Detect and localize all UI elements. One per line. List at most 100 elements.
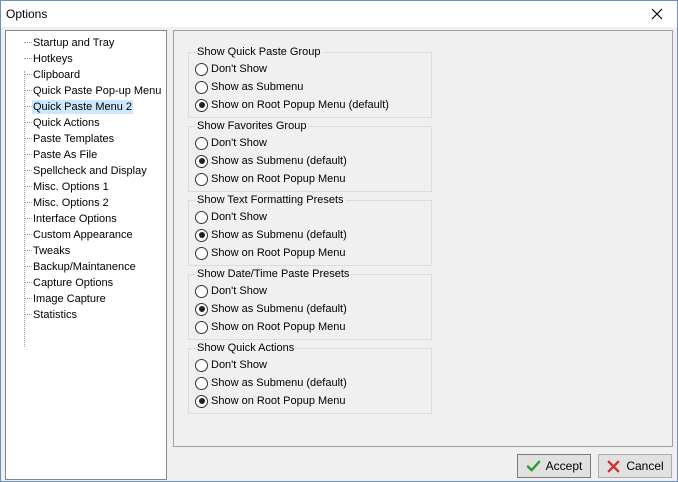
radio-option[interactable]: Show as Submenu (default) <box>195 375 347 391</box>
radio-option[interactable]: Show on Root Popup Menu <box>195 319 346 335</box>
tree-item-label: Paste Templates <box>33 133 115 145</box>
group-title: Show Date/Time Paste Presets <box>195 268 352 281</box>
radio-button[interactable] <box>195 376 208 390</box>
tree-item[interactable]: Backup/Maintanence <box>6 259 166 275</box>
tree-branch <box>24 314 32 315</box>
radio-button[interactable] <box>195 358 208 372</box>
tree-item[interactable]: Hotkeys <box>6 51 166 67</box>
tree-item[interactable]: Startup and Tray <box>6 35 166 51</box>
tree-item[interactable]: Interface Options <box>6 211 166 227</box>
close-button[interactable] <box>637 1 677 27</box>
tree-branch <box>24 282 32 283</box>
radio-option[interactable]: Don't Show <box>195 135 267 151</box>
tree-item-label: Custom Appearance <box>33 229 133 241</box>
tree-branch <box>24 58 32 59</box>
radio-option[interactable]: Show as Submenu <box>195 79 303 95</box>
tree-item[interactable]: Clipboard <box>6 67 166 83</box>
tree-branch <box>24 186 32 187</box>
tree-branch <box>24 42 32 43</box>
tree-item[interactable]: Spellcheck and Display <box>6 163 166 179</box>
radio-button[interactable] <box>195 80 208 94</box>
radio-group: Show Text Formatting Presets Don't Show Sh… <box>188 194 432 266</box>
tree-item[interactable]: Statistics <box>6 307 166 323</box>
radio-label: Show as Submenu (default) <box>211 155 347 167</box>
cancel-button[interactable]: Cancel <box>598 454 672 478</box>
radio-button[interactable] <box>195 246 208 260</box>
tree-item[interactable]: Custom Appearance <box>6 227 166 243</box>
radio-button[interactable] <box>195 136 208 150</box>
tree-item-label: Startup and Tray <box>33 37 115 49</box>
tree-item[interactable]: Image Capture <box>6 291 166 307</box>
radio-option[interactable]: Show on Root Popup Menu <box>195 171 346 187</box>
radio-button[interactable] <box>195 210 208 224</box>
radio-group: Show Date/Time Paste Presets Don't Show Sh… <box>188 268 432 340</box>
cancel-label: Cancel <box>626 459 664 473</box>
tree-item[interactable]: Quick Paste Menu 2 <box>6 99 166 115</box>
radio-option[interactable]: Show as Submenu (default) <box>195 227 347 243</box>
radio-option[interactable]: Don't Show <box>195 209 267 225</box>
radio-option[interactable]: Show on Root Popup Menu (default) <box>195 97 389 113</box>
tree-item[interactable]: Capture Options <box>6 275 166 291</box>
radio-button[interactable] <box>195 154 208 168</box>
title-bar: Options <box>1 1 677 27</box>
radio-button[interactable] <box>195 172 208 186</box>
tree-item-label: Image Capture <box>33 293 106 305</box>
tree-item[interactable]: Misc. Options 2 <box>6 195 166 211</box>
tree-item[interactable]: Paste Templates <box>6 131 166 147</box>
radio-button[interactable] <box>195 98 208 112</box>
tree-item[interactable]: Paste As File <box>6 147 166 163</box>
radio-label: Don't Show <box>211 211 267 223</box>
radio-option[interactable]: Show on Root Popup Menu <box>195 393 346 409</box>
radio-option[interactable]: Show on Root Popup Menu <box>195 245 346 261</box>
radio-option[interactable]: Show as Submenu (default) <box>195 153 347 169</box>
tree-item[interactable]: Quick Actions <box>6 115 166 131</box>
accept-button[interactable]: Accept <box>517 454 591 478</box>
tree-item-label: Statistics <box>33 309 78 321</box>
tree-item[interactable]: Misc. Options 1 <box>6 179 166 195</box>
radio-button[interactable] <box>195 228 208 242</box>
close-icon <box>651 8 663 20</box>
radio-label: Show as Submenu (default) <box>211 377 347 389</box>
tree-item-label: Interface Options <box>33 213 117 225</box>
window-title: Options <box>6 7 48 21</box>
group-title: Show Favorites Group <box>195 120 309 133</box>
radio-group: Show Favorites Group Don't Show Show as Su… <box>188 120 432 192</box>
tree-branch <box>24 250 32 251</box>
tree-branch <box>24 74 32 75</box>
radio-button[interactable] <box>195 284 208 298</box>
tree-branch <box>24 170 32 171</box>
tree-branch <box>24 106 32 107</box>
radio-label: Show as Submenu <box>211 81 304 93</box>
radio-button[interactable] <box>195 320 208 334</box>
tree-item-label: Misc. Options 1 <box>33 181 109 193</box>
radio-label: Show on Root Popup Menu <box>211 321 346 333</box>
radio-button[interactable] <box>195 394 208 408</box>
radio-label: Don't Show <box>211 63 267 75</box>
radio-option[interactable]: Show as Submenu (default) <box>195 301 347 317</box>
group-title: Show Quick Actions <box>195 342 297 355</box>
tree-branch <box>24 122 32 123</box>
radio-button[interactable] <box>195 302 208 316</box>
accept-label: Accept <box>545 459 583 473</box>
tree-item-label: Clipboard <box>33 69 81 81</box>
radio-label: Show as Submenu (default) <box>211 229 347 241</box>
radio-option[interactable]: Don't Show <box>195 283 267 299</box>
radio-label: Don't Show <box>211 137 267 149</box>
tree-branch <box>24 234 32 235</box>
radio-option[interactable]: Don't Show <box>195 357 267 373</box>
options-tree[interactable]: Startup and Tray Hotkeys Clipboard Quick Pa… <box>5 30 167 480</box>
radio-label: Show as Submenu (default) <box>211 303 347 315</box>
tree-item[interactable]: Quick Paste Pop-up Menu <box>6 83 166 99</box>
tree-item-label: Quick Paste Menu 2 <box>32 100 134 114</box>
tree-item-label: Paste As File <box>33 149 98 161</box>
radio-option[interactable]: Don't Show <box>195 61 267 77</box>
settings-panel: Show Quick Paste Group Don't Show Show as … <box>173 30 673 447</box>
radio-button[interactable] <box>195 62 208 76</box>
tree-branch <box>24 154 32 155</box>
tree-item-label: Spellcheck and Display <box>33 165 147 177</box>
tree-item-label: Capture Options <box>33 277 114 289</box>
group-title: Show Text Formatting Presets <box>195 194 346 207</box>
tree-item-label: Quick Paste Pop-up Menu <box>33 85 162 97</box>
tree-item[interactable]: Tweaks <box>6 243 166 259</box>
radio-label: Don't Show <box>211 285 267 297</box>
